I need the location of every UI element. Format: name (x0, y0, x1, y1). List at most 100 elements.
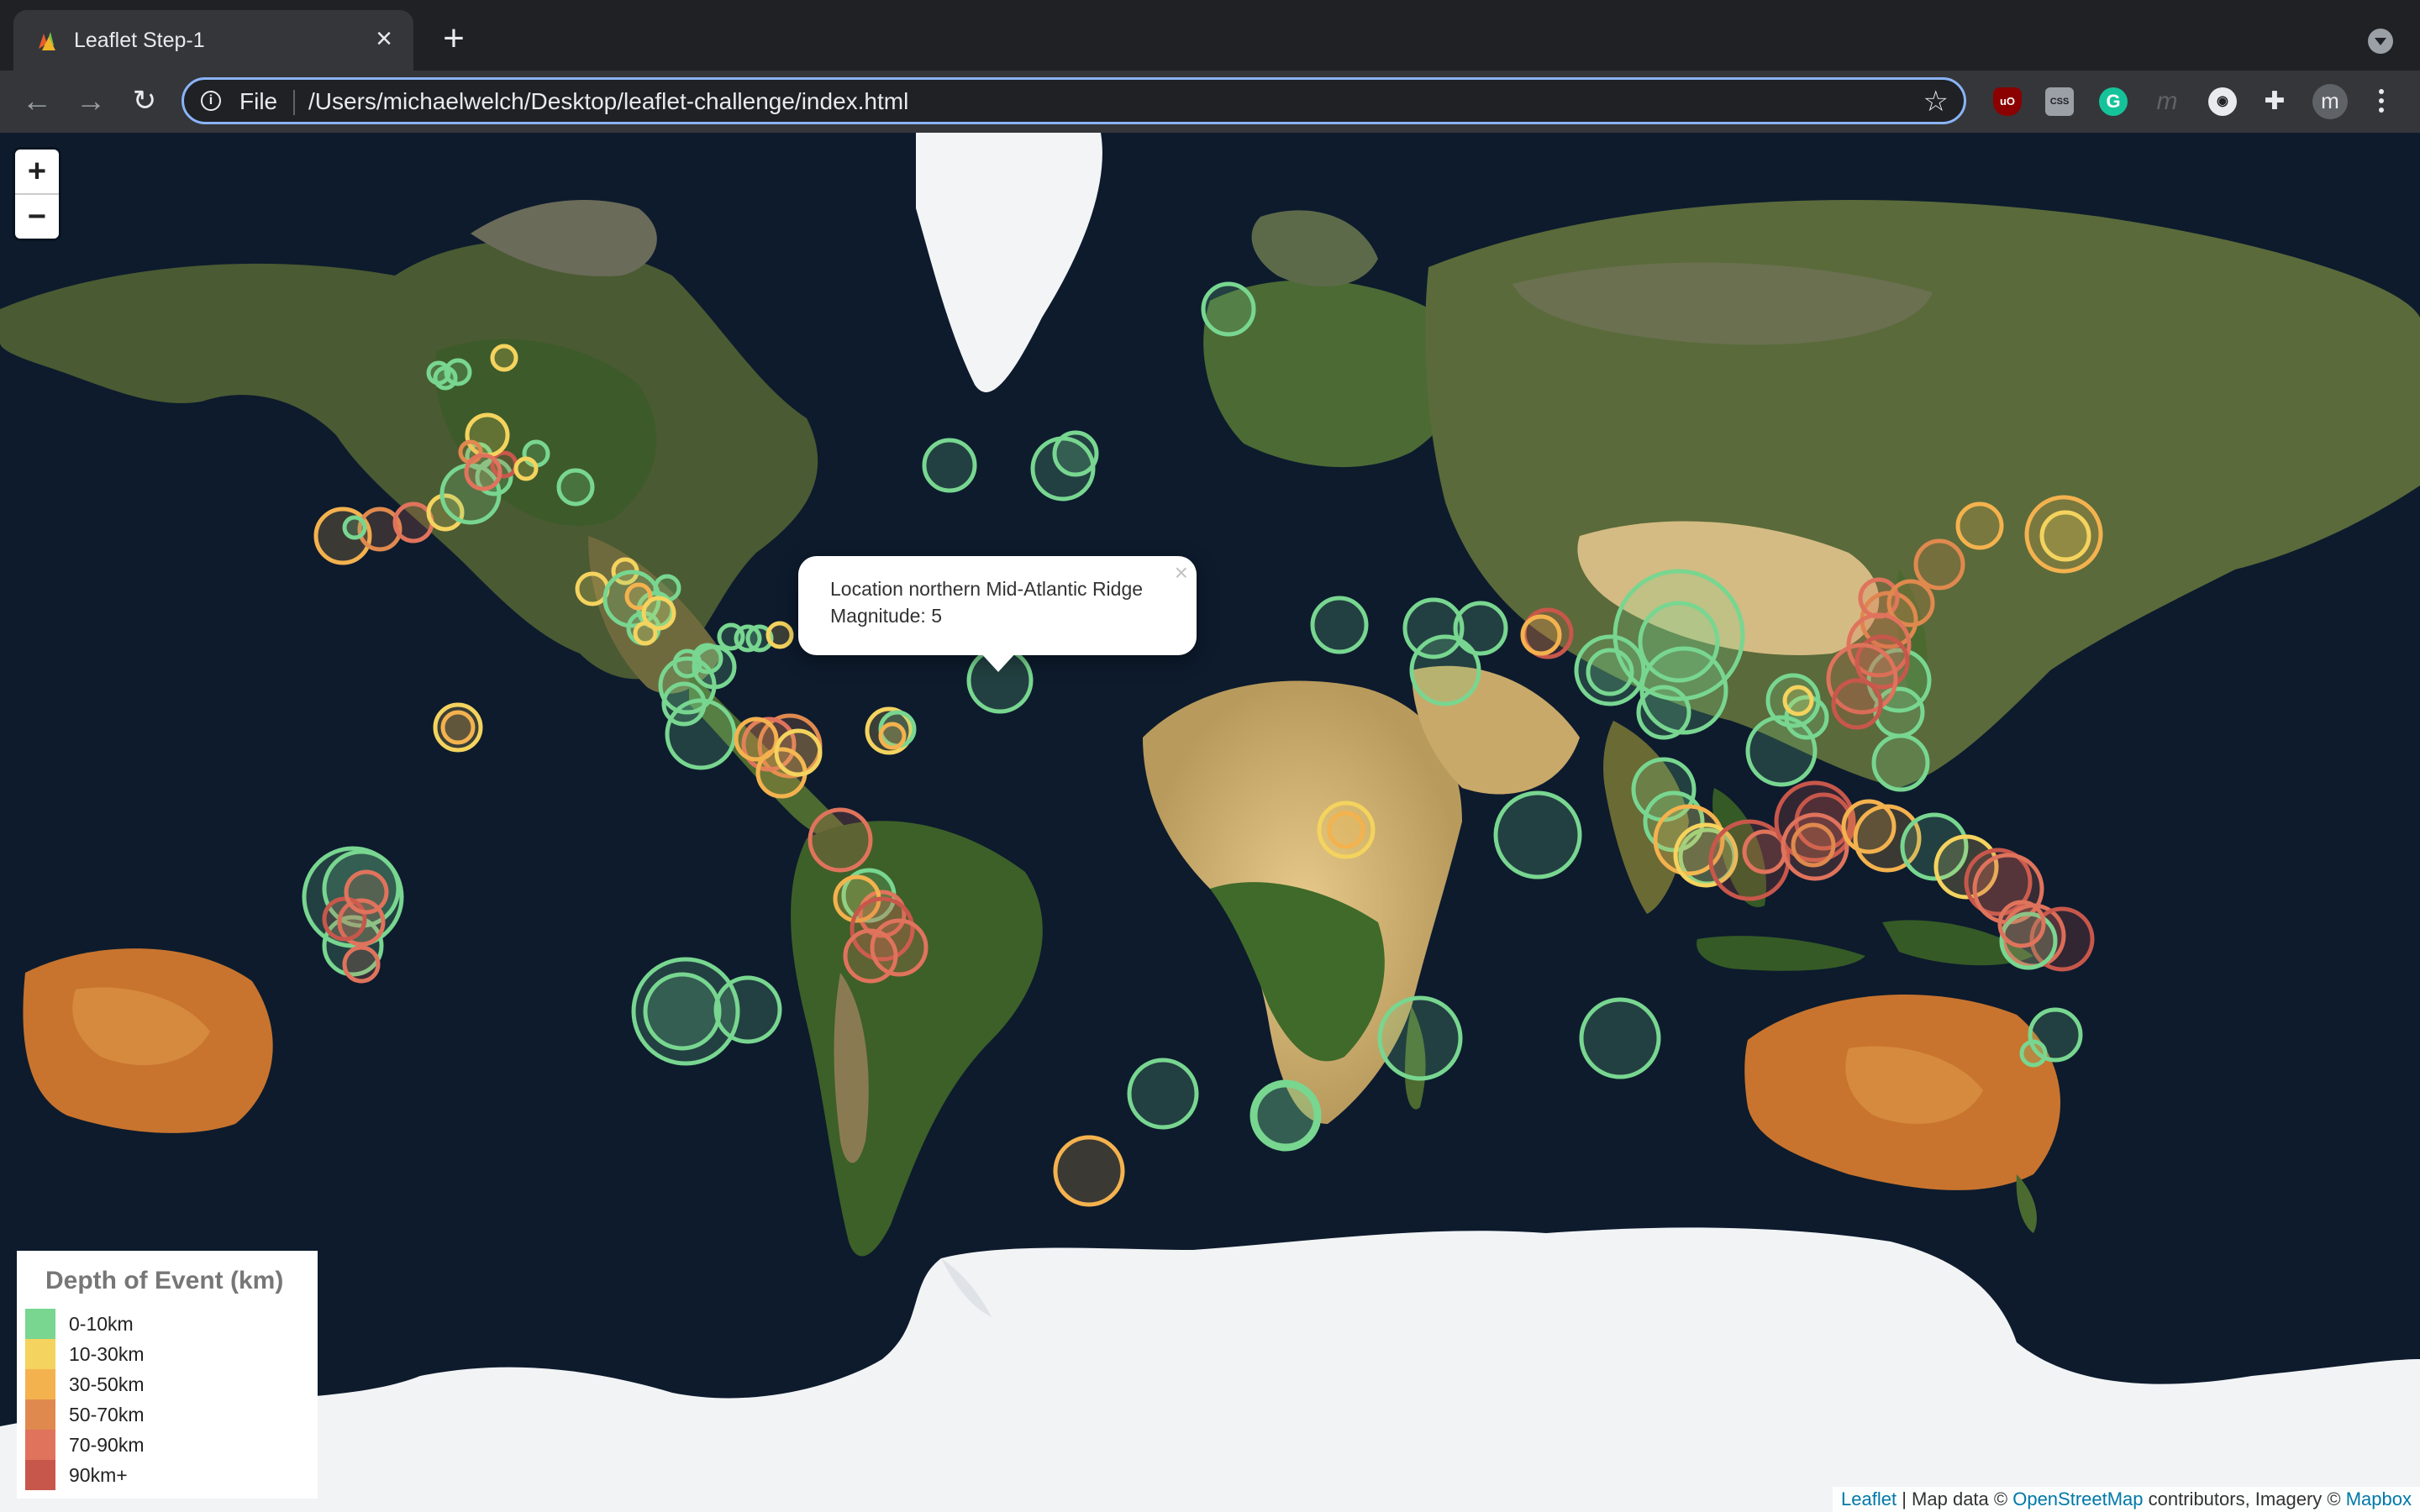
legend-swatch-50-70km (25, 1399, 55, 1430)
earthquake-marker[interactable] (1997, 900, 2046, 948)
avatar[interactable]: m (2312, 84, 2348, 119)
earthquake-marker[interactable] (1955, 501, 2004, 550)
extensions-puzzle-icon[interactable]: ✚ (2260, 87, 2289, 116)
earthquake-marker[interactable] (1310, 596, 1369, 654)
earthquake-marker[interactable] (344, 869, 389, 915)
legend-swatch-10-30km (25, 1339, 55, 1369)
back-arrow-icon[interactable]: ← (18, 82, 55, 119)
browser-toolbar: ← → ↻ i File /Users/michaelwelch/Desktop… (0, 71, 2420, 133)
earthquake-marker[interactable] (1327, 811, 1365, 849)
legend-swatch-0-10km (25, 1309, 55, 1339)
earthquake-popup: × Location northern Mid-Atlantic Ridge M… (798, 556, 1197, 655)
earthquake-marker[interactable] (1745, 715, 1818, 787)
legend-label: 70-90km (69, 1434, 145, 1456)
url-text[interactable]: /Users/michaelwelch/Desktop/leaflet-chal… (308, 89, 908, 114)
earthquake-marker[interactable] (878, 722, 907, 750)
legend-title: Depth of Event (km) (45, 1267, 284, 1294)
legend-label: 90km+ (69, 1464, 128, 1486)
earthquake-marker[interactable] (661, 681, 707, 727)
earthquake-marker[interactable] (556, 468, 595, 507)
earthquake-marker[interactable] (2039, 510, 2091, 562)
earthquake-marker[interactable] (342, 945, 381, 984)
earthquake-marker[interactable] (1493, 790, 1582, 879)
legend-swatch-30-50km (25, 1369, 55, 1399)
earthquake-marker[interactable] (342, 515, 367, 540)
legend-label: 50-70km (69, 1404, 145, 1425)
earthquake-marker[interactable] (922, 438, 977, 493)
earthquake-marker[interactable] (633, 621, 658, 646)
earthquake-marker[interactable] (1791, 822, 1836, 868)
earthquake-marker[interactable] (1586, 648, 1634, 696)
earthquake-marker[interactable] (464, 453, 502, 491)
earthquake-marker[interactable] (1831, 678, 1883, 730)
legend-label: 30-50km (69, 1373, 145, 1395)
earthquake-marker[interactable] (808, 807, 873, 873)
new-tab-button[interactable]: + (437, 20, 471, 57)
map-container[interactable]: + − × Location northern Mid-Atlantic Rid… (0, 133, 2420, 1512)
earthquake-marker[interactable] (1841, 799, 1897, 854)
reload-icon[interactable]: ↻ (126, 82, 163, 119)
legend-swatch-70-90km (25, 1430, 55, 1460)
openstreetmap-link[interactable]: OpenStreetMap (2012, 1488, 2143, 1509)
info-icon[interactable]: i (201, 91, 221, 111)
ublock-origin-icon[interactable]: uO (1993, 87, 2022, 116)
omnibox-divider (293, 90, 295, 115)
earthquake-marker[interactable] (1377, 995, 1463, 1081)
earthquake-marker[interactable] (1201, 281, 1256, 337)
earthquake-marker[interactable] (1127, 1058, 1199, 1130)
earthquake-marker[interactable] (1913, 538, 1965, 591)
earthquake-marker[interactable] (2019, 1039, 2048, 1068)
earthquake-marker[interactable] (1053, 1135, 1125, 1207)
earthquake-marker[interactable] (1052, 430, 1099, 477)
extension-m-icon[interactable]: m (2153, 87, 2181, 116)
bookmark-star-icon[interactable]: ☆ (1923, 85, 1949, 118)
popup-magnitude: Magnitude: 5 (830, 605, 942, 627)
zoom-out-button[interactable]: − (15, 195, 59, 239)
earthquake-marker[interactable] (1453, 601, 1508, 656)
close-tab-icon[interactable]: × (371, 24, 397, 53)
earthquake-marker[interactable] (1871, 733, 1930, 792)
earthquake-marker[interactable] (1579, 997, 1661, 1079)
earthquake-marker[interactable] (426, 360, 451, 386)
zoom-control: + − (15, 150, 59, 239)
popup-location: Location northern Mid-Atlantic Ridge (830, 578, 1144, 600)
tab-strip: Leaflet Step-1 × + (0, 0, 2420, 71)
earthquake-markers-layer[interactable] (0, 133, 2420, 1512)
tab-title: Leaflet Step-1 (74, 29, 205, 52)
earthquake-marker[interactable] (843, 928, 898, 984)
popup-close-icon[interactable]: × (1175, 561, 1188, 585)
earthquake-marker[interactable] (1253, 1083, 1318, 1148)
browser-tab[interactable]: Leaflet Step-1 × (13, 10, 413, 71)
earthquake-marker[interactable] (440, 710, 476, 745)
earthquake-marker[interactable] (774, 728, 823, 777)
legend-swatch-90km-plus (25, 1460, 55, 1490)
earthquake-marker[interactable] (1636, 685, 1691, 740)
earthquake-marker[interactable] (513, 456, 539, 481)
earthquake-marker[interactable] (490, 344, 518, 372)
browser-menu-icon[interactable] (2371, 86, 2391, 118)
grammarly-icon[interactable]: G (2099, 87, 2128, 116)
legend-label: 0-10km (69, 1313, 134, 1335)
legend-label: 10-30km (69, 1343, 145, 1365)
earthquake-marker[interactable] (392, 501, 434, 543)
depth-legend: Depth of Event (km) 0-10km 10-30km 30-50… (17, 1251, 318, 1499)
forward-arrow-icon[interactable]: → (72, 82, 109, 119)
earthquake-marker[interactable] (1520, 614, 1562, 656)
map-attribution: Leaflet | Map data © OpenStreetMap contr… (1833, 1487, 2420, 1512)
earthquake-marker[interactable] (713, 975, 782, 1044)
address-bar[interactable]: i File /Users/michaelwelch/Desktop/leafl… (182, 77, 1966, 124)
extension-circle-icon[interactable]: ◉ (2208, 87, 2237, 116)
css-viewer-icon[interactable]: CSS (2045, 87, 2074, 116)
attribution-text: contributors, Imagery © (2143, 1488, 2346, 1509)
leaflet-link[interactable]: Leaflet (1841, 1488, 1897, 1509)
earthquake-marker[interactable] (1782, 685, 1814, 717)
zoom-in-button[interactable]: + (15, 150, 59, 195)
mapbox-link[interactable]: Mapbox (2346, 1488, 2412, 1509)
earthquake-marker[interactable] (765, 621, 794, 649)
popup-tip (980, 652, 1017, 672)
tab-search-icon[interactable] (2368, 29, 2393, 54)
earthquake-marker[interactable] (643, 972, 722, 1051)
attribution-text: | Map data © (1897, 1488, 2013, 1509)
leaflet-favicon-icon (39, 32, 55, 50)
scheme-label: File (239, 88, 278, 114)
